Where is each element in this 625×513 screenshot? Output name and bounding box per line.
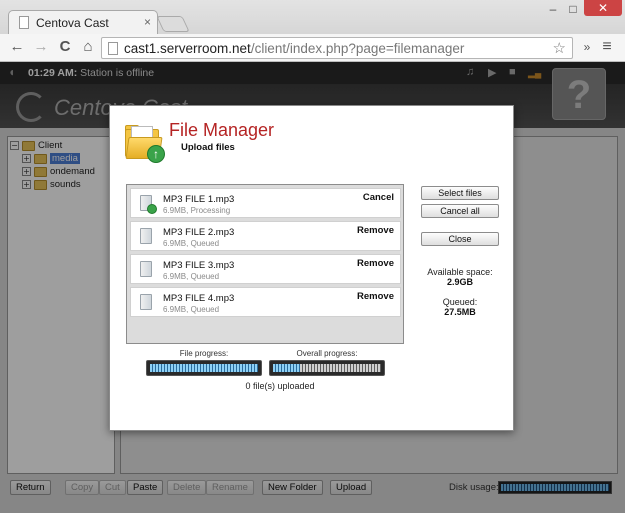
reload-icon[interactable]: C [56, 39, 74, 55]
url-text: cast1.serverroom.net/client/index.php?pa… [124, 41, 464, 56]
queue-item-name: MP3 FILE 1.mp3 [163, 194, 235, 205]
queue-item-name: MP3 FILE 2.mp3 [163, 227, 235, 238]
url-host: cast1.serverroom.net [124, 41, 251, 56]
tab-title: Centova Cast [36, 16, 109, 30]
audio-file-icon [140, 261, 152, 277]
overall-progress-label: Overall progress: [296, 349, 358, 358]
select-files-button[interactable]: Select files [421, 186, 499, 200]
browser-tab[interactable]: Centova Cast × [8, 10, 158, 34]
audio-file-icon [140, 294, 152, 310]
queue-item: MP3 FILE 2.mp3 6.9MB, Queued Remove [130, 221, 401, 251]
overall-progress-remaining [300, 364, 381, 372]
window-close-icon[interactable]: ✕ [584, 0, 622, 16]
dialog-subtitle: Upload files [181, 142, 235, 153]
upload-queue: MP3 FILE 1.mp3 6.9MB, Processing Cancel … [126, 184, 404, 344]
audio-file-icon [140, 228, 152, 244]
remove-file-link[interactable]: Remove [357, 258, 394, 269]
queue-item-info: 6.9MB, Queued [163, 239, 220, 248]
new-tab-button[interactable] [156, 16, 190, 32]
forward-icon[interactable]: → [32, 39, 50, 55]
cancel-all-button[interactable]: Cancel all [421, 204, 499, 218]
queue-item: MP3 FILE 4.mp3 6.9MB, Queued Remove [130, 287, 401, 317]
overall-progress-bar [269, 360, 385, 376]
browser-toolbar: ← → C ⌂ cast1.serverroom.net/client/inde… [0, 34, 625, 62]
processing-badge-icon [147, 204, 157, 214]
cancel-upload-link[interactable]: Cancel [363, 192, 394, 203]
audio-file-icon [140, 195, 157, 214]
queue-item: MP3 FILE 3.mp3 6.9MB, Queued Remove [130, 254, 401, 284]
file-progress-bar [146, 360, 262, 376]
page-icon [19, 16, 29, 29]
address-bar[interactable]: cast1.serverroom.net/client/index.php?pa… [101, 37, 573, 59]
queue-item-info: 6.9MB, Queued [163, 305, 220, 314]
queue-item-name: MP3 FILE 4.mp3 [163, 293, 235, 304]
available-space-label: Available space: [427, 267, 493, 277]
available-space-value: 2.9GB [446, 277, 473, 287]
queue-item-info: 6.9MB, Processing [163, 206, 231, 215]
queued-label: Queued: [442, 297, 478, 307]
file-progress-fill [150, 364, 258, 372]
upload-folder-icon: ↑ [125, 125, 165, 163]
tab-close-icon[interactable]: × [144, 15, 151, 29]
minimize-icon[interactable]: – [543, 2, 563, 16]
files-uploaded-count: 0 file(s) uploaded [245, 381, 315, 391]
file-progress-label: File progress: [179, 349, 229, 358]
url-path: /client/index.php?page=filemanager [250, 41, 465, 56]
extensions-overflow-icon[interactable]: » [578, 39, 596, 55]
overall-progress-fill [273, 364, 300, 372]
queue-item-name: MP3 FILE 3.mp3 [163, 260, 235, 271]
remove-file-link[interactable]: Remove [357, 291, 394, 302]
queue-item: MP3 FILE 1.mp3 6.9MB, Processing Cancel [130, 188, 401, 218]
home-icon[interactable]: ⌂ [79, 39, 97, 55]
bookmark-star-icon[interactable]: ☆ [553, 39, 566, 57]
remove-file-link[interactable]: Remove [357, 225, 394, 236]
upload-arrow-icon: ↑ [147, 145, 165, 163]
page-icon [108, 42, 118, 55]
queue-item-info: 6.9MB, Queued [163, 272, 220, 281]
file-manager-dialog: ↑ File Manager Upload files MP3 FILE 1.m… [109, 105, 514, 431]
queued-value: 27.5MB [444, 307, 476, 317]
menu-icon[interactable]: ≡ [598, 39, 616, 55]
back-icon[interactable]: ← [8, 39, 26, 55]
browser-tab-strip: Centova Cast × – □ ✕ [0, 0, 625, 34]
maximize-icon[interactable]: □ [563, 2, 583, 16]
dialog-title: File Manager [169, 120, 275, 140]
close-button[interactable]: Close [421, 232, 499, 246]
